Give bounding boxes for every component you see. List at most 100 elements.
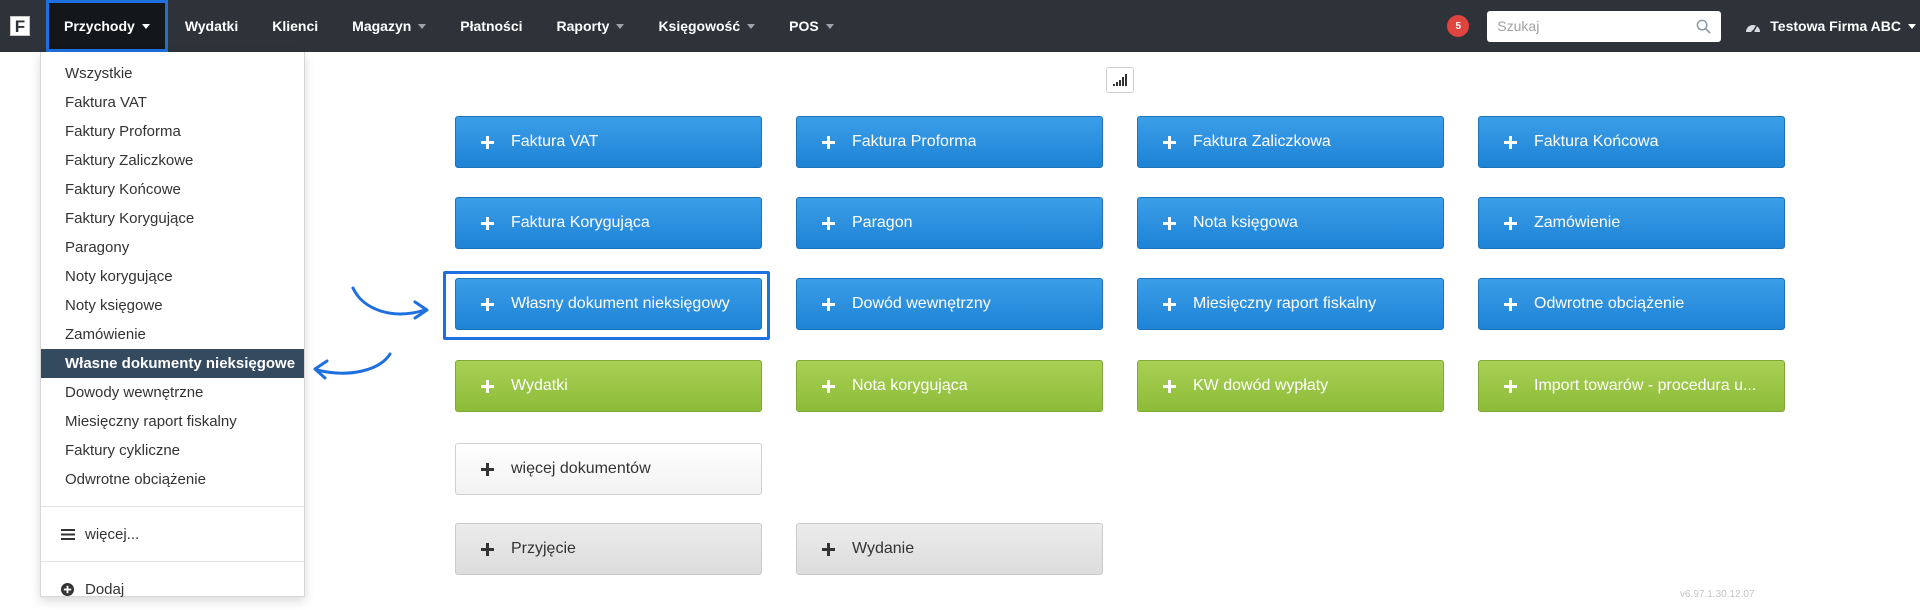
plus-icon bbox=[481, 462, 494, 476]
nav-item-raporty[interactable]: Raporty bbox=[540, 0, 642, 52]
annotation-arrow-left-icon bbox=[313, 352, 392, 380]
button-label: Wydanie bbox=[852, 540, 915, 557]
nav-label: Księgowość bbox=[658, 18, 741, 34]
menu-item-faktury-zaliczkowe[interactable]: Faktury Zaliczkowe bbox=[41, 146, 304, 175]
nav-item-magazyn[interactable]: Magazyn bbox=[335, 0, 443, 52]
nav-item-przychody[interactable]: Przychody bbox=[46, 0, 168, 52]
menu-item-odwrotne-obciazenie[interactable]: Odwrotne obciążenie bbox=[41, 465, 304, 494]
plus-icon bbox=[1163, 379, 1176, 393]
nav-label: Klienci bbox=[272, 18, 319, 34]
plus-circle-icon bbox=[60, 582, 75, 596]
add-zamowienie-button[interactable]: Zamówienie bbox=[1478, 197, 1785, 249]
button-label: Zamówienie bbox=[1534, 214, 1621, 231]
plus-icon bbox=[822, 542, 835, 556]
add-nota-ksiegowa-button[interactable]: Nota księgowa bbox=[1137, 197, 1444, 249]
menu-item-paragony[interactable]: Paragony bbox=[41, 233, 304, 262]
menu-item-label: Dodaj bbox=[85, 580, 125, 598]
add-kw-dowod-wyplaty-button[interactable]: KW dowód wypłaty bbox=[1137, 360, 1444, 412]
hamburger-menu-icon bbox=[60, 528, 75, 540]
add-import-towarow-button[interactable]: Import towarów - procedura u... bbox=[1478, 360, 1785, 412]
add-faktura-koncowa-button[interactable]: Faktura Końcowa bbox=[1478, 116, 1785, 168]
button-label: Import towarów - procedura u... bbox=[1534, 377, 1757, 394]
menu-divider bbox=[41, 506, 304, 507]
plus-icon bbox=[1504, 135, 1517, 149]
add-faktura-zaliczkowa-button[interactable]: Faktura Zaliczkowa bbox=[1137, 116, 1444, 168]
caret-down-icon bbox=[141, 23, 150, 29]
menu-divider bbox=[41, 561, 304, 562]
signal-bars-icon bbox=[1113, 74, 1127, 86]
add-dowod-wewnetrzny-button[interactable]: Dowód wewnętrzny bbox=[796, 278, 1103, 330]
button-label: Własny dokument nieksięgowy bbox=[511, 295, 730, 312]
add-wydanie-button[interactable]: Wydanie bbox=[796, 523, 1103, 575]
plus-icon bbox=[1163, 297, 1176, 311]
add-faktura-proforma-button[interactable]: Faktura Proforma bbox=[796, 116, 1103, 168]
more-documents-button[interactable]: więcej dokumentów bbox=[455, 443, 762, 495]
button-label: więcej dokumentów bbox=[511, 460, 651, 477]
menu-item-dodaj[interactable]: Dodaj bbox=[41, 574, 304, 604]
menu-item-miesieczny-raport-fiskalny[interactable]: Miesięczny raport fiskalny bbox=[41, 407, 304, 436]
search-icon[interactable] bbox=[1696, 19, 1711, 34]
menu-item-faktura-vat[interactable]: Faktura VAT bbox=[41, 88, 304, 117]
menu-item-faktury-korygujace[interactable]: Faktury Korygujące bbox=[41, 204, 304, 233]
plus-icon bbox=[822, 297, 835, 311]
button-label: Przyjęcie bbox=[511, 540, 576, 557]
menu-item-noty-ksiegowe[interactable]: Noty księgowe bbox=[41, 291, 304, 320]
plus-icon bbox=[481, 216, 494, 230]
menu-item-noty-korygujace[interactable]: Noty korygujące bbox=[41, 262, 304, 291]
button-label: Faktura Zaliczkowa bbox=[1193, 133, 1331, 150]
annotation-arrow-right-icon bbox=[351, 286, 429, 320]
menu-item-wlasne-dokumenty-nieksiegowe[interactable]: Własne dokumenty nieksięgowe bbox=[41, 349, 304, 378]
company-menu[interactable]: Testowa Firma ABC bbox=[1745, 18, 1920, 34]
plus-icon bbox=[1504, 297, 1517, 311]
signal-strength-button[interactable] bbox=[1106, 67, 1134, 93]
przychody-dropdown-menu: Wszystkie Faktura VAT Faktury Proforma F… bbox=[40, 52, 305, 598]
button-label: Faktura VAT bbox=[511, 133, 599, 150]
menu-item-dowody-wewnetrzne[interactable]: Dowody wewnętrzne bbox=[41, 378, 304, 407]
add-wlasny-dokument-nieksiegowy-button[interactable]: Własny dokument nieksięgowy bbox=[455, 278, 762, 330]
plus-icon bbox=[1163, 135, 1176, 149]
plus-icon bbox=[481, 135, 494, 149]
nav-item-klienci[interactable]: Klienci bbox=[255, 0, 335, 52]
add-paragon-button[interactable]: Paragon bbox=[796, 197, 1103, 249]
app-version: v6.97.1.30.12.07 bbox=[1680, 589, 1755, 600]
nav-label: POS bbox=[789, 18, 819, 34]
menu-item-wszystkie[interactable]: Wszystkie bbox=[41, 59, 304, 88]
button-label: Miesięczny raport fiskalny bbox=[1193, 295, 1377, 312]
button-label: Faktura Końcowa bbox=[1534, 133, 1659, 150]
add-przyjecie-button[interactable]: Przyjęcie bbox=[455, 523, 762, 575]
add-wydatki-button[interactable]: Wydatki bbox=[455, 360, 762, 412]
notification-badge[interactable]: 5 bbox=[1447, 15, 1470, 37]
nav-label: Magazyn bbox=[352, 18, 412, 34]
caret-down-icon bbox=[1908, 23, 1916, 29]
plus-icon bbox=[1163, 216, 1176, 230]
menu-item-wiecej[interactable]: więcej... bbox=[41, 519, 304, 549]
button-label: Faktura Proforma bbox=[852, 133, 977, 150]
plus-icon bbox=[1504, 379, 1517, 393]
menu-item-faktury-proforma[interactable]: Faktury Proforma bbox=[41, 117, 304, 146]
nav-item-ksiegowosc[interactable]: Księgowość bbox=[641, 0, 772, 52]
search-input[interactable] bbox=[1497, 18, 1697, 34]
plus-icon bbox=[822, 379, 835, 393]
button-label: Dowód wewnętrzny bbox=[852, 295, 991, 312]
nav-item-wydatki[interactable]: Wydatki bbox=[168, 0, 255, 52]
menu-item-zamowienie[interactable]: Zamówienie bbox=[41, 320, 304, 349]
navbar-right: 5 Testowa Firma ABC bbox=[1447, 0, 1920, 52]
add-faktura-vat-button[interactable]: Faktura VAT bbox=[455, 116, 762, 168]
menu-item-faktury-koncowe[interactable]: Faktury Końcowe bbox=[41, 175, 304, 204]
company-name: Testowa Firma ABC bbox=[1770, 18, 1901, 34]
button-label: KW dowód wypłaty bbox=[1193, 377, 1329, 394]
plus-icon bbox=[481, 379, 494, 393]
menu-item-label: więcej... bbox=[85, 525, 140, 543]
add-odwrotne-obciazenie-button[interactable]: Odwrotne obciążenie bbox=[1478, 278, 1785, 330]
nav-item-platnosci[interactable]: Płatności bbox=[443, 0, 539, 52]
button-label: Nota korygująca bbox=[852, 377, 968, 394]
caret-down-icon bbox=[616, 23, 625, 29]
caret-down-icon bbox=[418, 23, 427, 29]
add-nota-korygujaca-button[interactable]: Nota korygująca bbox=[796, 360, 1103, 412]
brand-logo[interactable]: F bbox=[10, 16, 30, 36]
nav-item-pos[interactable]: POS bbox=[772, 0, 851, 52]
add-faktura-korygujaca-button[interactable]: Faktura Korygująca bbox=[455, 197, 762, 249]
button-label: Nota księgowa bbox=[1193, 214, 1298, 231]
add-miesieczny-raport-fiskalny-button[interactable]: Miesięczny raport fiskalny bbox=[1137, 278, 1444, 330]
menu-item-faktury-cykliczne[interactable]: Faktury cykliczne bbox=[41, 436, 304, 465]
